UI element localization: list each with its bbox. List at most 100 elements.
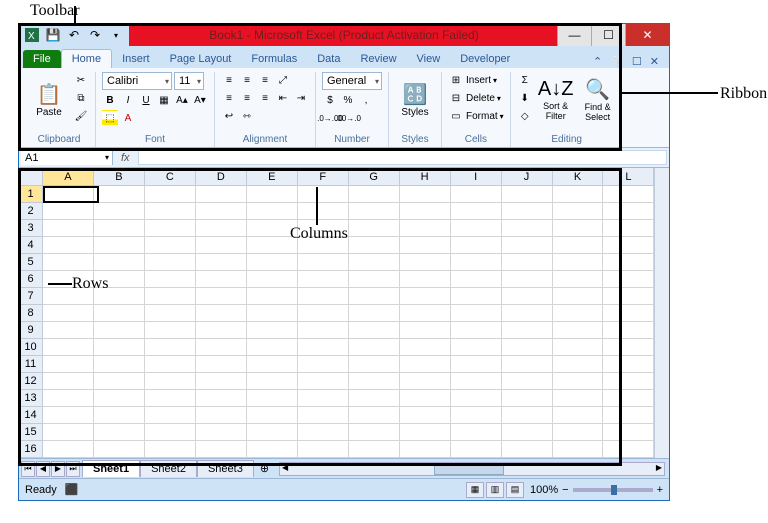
cell[interactable] — [94, 407, 145, 424]
cell[interactable] — [43, 203, 94, 220]
cell[interactable] — [400, 322, 451, 339]
cell[interactable] — [196, 288, 247, 305]
cell[interactable] — [553, 390, 604, 407]
cell[interactable] — [502, 441, 553, 458]
cell[interactable] — [451, 288, 502, 305]
cell[interactable] — [502, 373, 553, 390]
undo-icon[interactable]: ↶ — [65, 26, 83, 44]
cell[interactable] — [145, 373, 196, 390]
cell[interactable] — [43, 441, 94, 458]
cell[interactable] — [400, 441, 451, 458]
tab-insert[interactable]: Insert — [112, 50, 160, 68]
cell[interactable] — [94, 390, 145, 407]
row-header[interactable]: 8 — [19, 305, 43, 322]
cell[interactable] — [247, 203, 298, 220]
cell[interactable] — [400, 356, 451, 373]
column-header[interactable]: F — [298, 168, 349, 186]
cell[interactable] — [502, 339, 553, 356]
font-name-combo[interactable]: Calibri — [102, 72, 172, 90]
cell[interactable] — [451, 407, 502, 424]
row-header[interactable]: 2 — [19, 203, 43, 220]
cell[interactable] — [502, 220, 553, 237]
cell[interactable] — [400, 220, 451, 237]
row-header[interactable]: 14 — [19, 407, 43, 424]
cell[interactable] — [502, 203, 553, 220]
cell[interactable] — [94, 322, 145, 339]
cell[interactable] — [145, 407, 196, 424]
cell[interactable] — [298, 322, 349, 339]
cell[interactable] — [451, 356, 502, 373]
cell[interactable] — [349, 254, 400, 271]
cell[interactable] — [298, 288, 349, 305]
cell[interactable] — [196, 186, 247, 203]
cell[interactable] — [94, 373, 145, 390]
cell[interactable] — [94, 203, 145, 220]
column-header[interactable]: C — [145, 168, 196, 186]
cell[interactable] — [451, 322, 502, 339]
cell[interactable] — [349, 424, 400, 441]
wrap-text-icon[interactable]: ↩ — [221, 108, 237, 124]
align-left-icon[interactable]: ≡ — [221, 90, 237, 106]
row-header[interactable]: 13 — [19, 390, 43, 407]
row-header[interactable]: 6 — [19, 271, 43, 288]
tab-developer[interactable]: Developer — [450, 50, 520, 68]
cell[interactable] — [196, 305, 247, 322]
minimize-button[interactable]: — — [557, 24, 591, 46]
row-header[interactable]: 4 — [19, 237, 43, 254]
cell[interactable] — [247, 441, 298, 458]
font-color-button[interactable]: A — [120, 110, 136, 126]
cell[interactable] — [94, 356, 145, 373]
cell[interactable] — [247, 373, 298, 390]
cell[interactable] — [451, 186, 502, 203]
cell[interactable] — [502, 322, 553, 339]
cell[interactable] — [145, 305, 196, 322]
cell[interactable] — [196, 254, 247, 271]
percent-format-icon[interactable]: % — [340, 92, 356, 108]
cell[interactable] — [451, 441, 502, 458]
border-button[interactable]: ▦ — [156, 92, 172, 108]
autosum-icon[interactable]: Σ — [517, 72, 533, 88]
column-header[interactable]: K — [553, 168, 604, 186]
cell[interactable] — [94, 424, 145, 441]
cell[interactable] — [43, 254, 94, 271]
cell[interactable] — [603, 373, 654, 390]
page-layout-view-icon[interactable]: ▥ — [486, 482, 504, 498]
cell[interactable] — [553, 424, 604, 441]
cell[interactable] — [553, 254, 604, 271]
cell[interactable] — [553, 305, 604, 322]
cell[interactable] — [145, 288, 196, 305]
cell[interactable] — [298, 271, 349, 288]
cell[interactable] — [603, 339, 654, 356]
column-header[interactable]: A — [43, 168, 94, 186]
align-middle-icon[interactable]: ≡ — [239, 72, 255, 88]
cells-grid[interactable]: // placeholder; deferred generation belo… — [43, 186, 654, 458]
row-header[interactable]: 1 — [19, 186, 43, 203]
cell[interactable] — [349, 390, 400, 407]
cell[interactable] — [43, 424, 94, 441]
cell[interactable] — [553, 271, 604, 288]
cell[interactable] — [349, 441, 400, 458]
zoom-level[interactable]: 100% — [530, 484, 558, 496]
cell[interactable] — [298, 186, 349, 203]
cell[interactable] — [502, 424, 553, 441]
formula-input[interactable] — [138, 150, 667, 165]
cell[interactable] — [247, 356, 298, 373]
italic-button[interactable]: I — [120, 92, 136, 108]
cell[interactable] — [553, 441, 604, 458]
cell[interactable] — [502, 271, 553, 288]
cell[interactable] — [145, 356, 196, 373]
column-header[interactable]: J — [502, 168, 553, 186]
cell[interactable] — [502, 407, 553, 424]
tab-page-layout[interactable]: Page Layout — [160, 50, 242, 68]
paste-button[interactable]: 📋 Paste — [29, 72, 69, 127]
cell[interactable] — [603, 407, 654, 424]
cell[interactable] — [196, 424, 247, 441]
cell[interactable] — [451, 373, 502, 390]
cell[interactable] — [298, 441, 349, 458]
cell[interactable] — [298, 390, 349, 407]
cell[interactable] — [43, 390, 94, 407]
close-workbook-icon[interactable]: ✕ — [650, 55, 659, 68]
cell[interactable] — [43, 356, 94, 373]
cell[interactable] — [553, 220, 604, 237]
cell[interactable] — [400, 373, 451, 390]
